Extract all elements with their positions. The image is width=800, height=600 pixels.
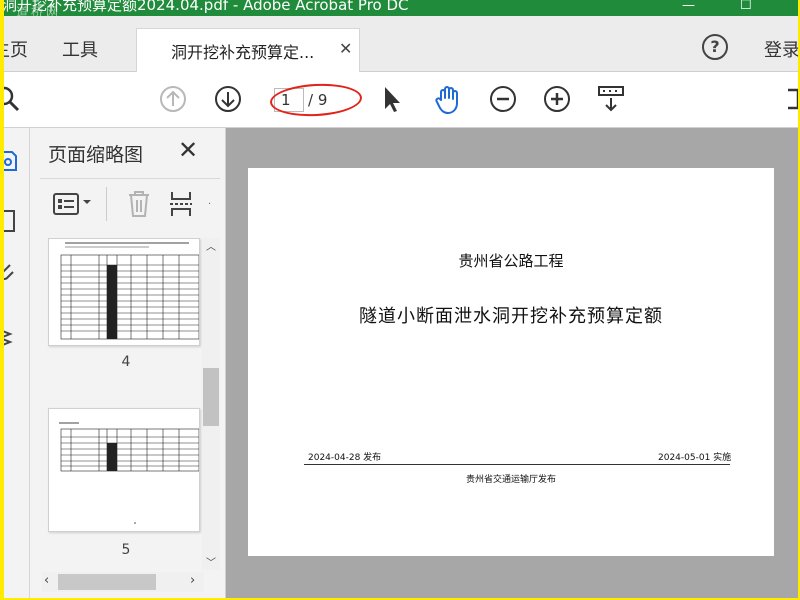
page-display-icon[interactable] (596, 84, 626, 114)
thumbnail-toolbar: · (40, 178, 220, 230)
scroll-up-icon[interactable]: ︿ (206, 238, 216, 253)
chevron-down-icon[interactable] (82, 197, 92, 207)
login-button[interactable]: 登录 (764, 36, 798, 62)
thumbnail-options-icon[interactable] (52, 191, 80, 217)
close-panel-icon[interactable]: ✕ (178, 136, 198, 164)
document-view[interactable]: 贵州省公路工程 隧道小断面泄水洞开挖补充预算定额 2024-04-28 发布 2… (226, 128, 798, 598)
share-icon[interactable] (784, 84, 798, 114)
effective-date: 2024-05-01 实施 (658, 453, 732, 463)
tab-document[interactable]: 洞开挖补充预算定... ✕ (136, 28, 360, 72)
toolbar: 1 / 9 (4, 72, 798, 128)
thumbnail-vertical-scrollbar[interactable]: ︿ ﹀ (202, 238, 220, 570)
scroll-right-icon[interactable]: › (190, 573, 195, 588)
help-icon[interactable]: ? (702, 34, 728, 60)
left-icon-rail (4, 128, 30, 598)
scroll-left-icon[interactable]: ‹ (44, 573, 49, 588)
insert-page-icon[interactable] (168, 189, 196, 219)
thumbnail-table-preview (60, 242, 199, 340)
divider-line (304, 464, 730, 465)
thumbnail-list: 4 5 (42, 238, 202, 578)
thumbnail-page-number: 5 (121, 542, 131, 558)
panel-title: 页面缩略图 (48, 144, 144, 166)
next-page-icon[interactable] (213, 84, 243, 114)
more-tools-icon[interactable]: · (208, 199, 211, 210)
hand-tool-icon[interactable] (432, 84, 464, 116)
zoom-in-icon[interactable] (542, 84, 572, 114)
zoom-out-icon[interactable] (488, 84, 518, 114)
layers-icon[interactable] (4, 324, 18, 350)
delete-page-icon[interactable] (126, 189, 152, 219)
thumbnail-page-4[interactable] (48, 238, 200, 346)
issue-date: 2024-04-28 发布 (308, 453, 382, 463)
bookmarks-icon[interactable] (4, 208, 18, 234)
maximize-icon[interactable]: ☐ (740, 0, 752, 14)
minimize-icon[interactable]: — (682, 0, 695, 14)
tab-home[interactable]: 主页 (4, 36, 28, 62)
document-publisher: 贵州省交通运输厅发布 (465, 475, 556, 485)
thumbnail-page-number: 4 (121, 354, 131, 370)
search-icon[interactable] (4, 84, 22, 114)
close-tab-icon[interactable]: ✕ (339, 39, 352, 58)
document-page: 贵州省公路工程 隧道小断面泄水洞开挖补充预算定额 2024-04-28 发布 2… (248, 168, 774, 556)
page-thumbnails-icon[interactable] (4, 148, 18, 174)
document-title: 隧道小断面泄水洞开挖补充预算定额 (359, 306, 663, 327)
tab-bar: 主页 工具 洞开挖补充预算定... ✕ ? 登录 (4, 16, 798, 72)
thumbnail-table-preview (59, 422, 199, 524)
tab-tools[interactable]: 工具 (62, 36, 98, 62)
window-title: 洞开挖补充预算定额2024.04.pdf - Adobe Acrobat Pro… (4, 0, 409, 14)
attachment-icon[interactable] (4, 260, 18, 286)
toolbar-divider (106, 187, 107, 221)
thumbnail-panel: 页面缩略图 ✕ · 4 5 ︿ ﹀ ‹ › (30, 128, 226, 598)
thumbnail-horizontal-scrollbar[interactable]: ‹ › (42, 572, 204, 592)
thumbnail-page-5[interactable] (48, 408, 200, 532)
title-bar: 洞开挖补充预算定额2024.04.pdf - Adobe Acrobat Pro… (4, 0, 798, 16)
document-tab-label: 洞开挖补充预算定... (171, 43, 315, 62)
acrobat-window: 洞开挖补充预算定额2024.04.pdf - Adobe Acrobat Pro… (4, 0, 798, 598)
scroll-down-icon[interactable]: ﹀ (206, 554, 216, 569)
document-org: 贵州省公路工程 (458, 252, 564, 270)
scrollbar-thumb[interactable] (203, 368, 219, 426)
scrollbar-thumb[interactable] (58, 574, 156, 590)
watermark-text: 道桥网 (16, 5, 62, 16)
previous-page-icon[interactable] (158, 84, 188, 114)
select-arrow-icon[interactable] (380, 84, 404, 114)
